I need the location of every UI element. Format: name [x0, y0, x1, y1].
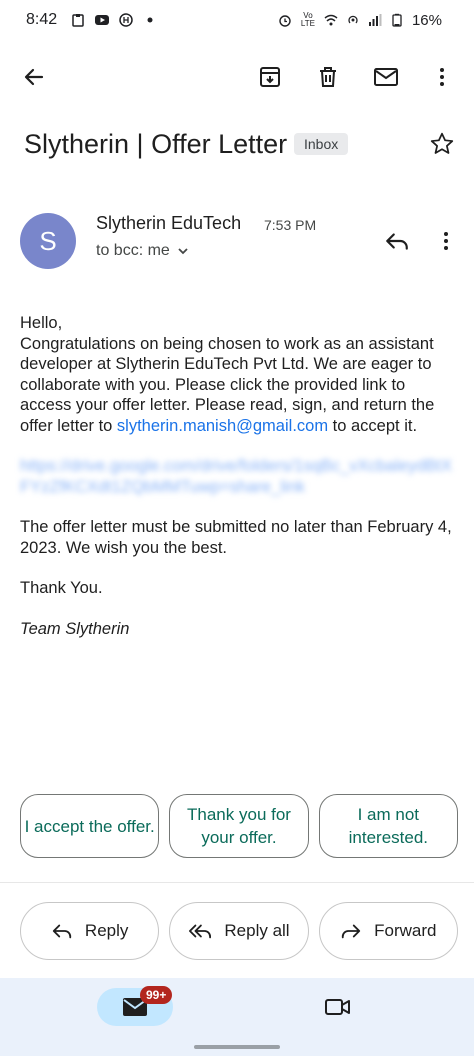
- thanks-line: Thank You.: [20, 579, 103, 597]
- email-time: 7:53 PM: [264, 217, 317, 233]
- reply-all-button[interactable]: Reply all: [169, 902, 309, 960]
- email-address-link[interactable]: slytherin.manish@gmail.com: [117, 417, 328, 435]
- video-camera-icon: [325, 999, 350, 1015]
- chevron-down-icon: [178, 248, 188, 255]
- forward-label: Forward: [374, 921, 437, 940]
- dot-icon: [147, 17, 153, 23]
- back-arrow-icon: [24, 68, 44, 86]
- body-paragraph-1: Congratulations on being chosen to work …: [20, 334, 435, 435]
- delete-button[interactable]: [306, 52, 350, 102]
- subject-row: Slytherin | Offer Letter Inbox: [24, 122, 458, 166]
- more-options-button[interactable]: [420, 52, 464, 102]
- hotspot-icon: [348, 15, 358, 24]
- reply-button[interactable]: Reply: [20, 902, 160, 960]
- bottom-navigation: 99+: [0, 978, 474, 1056]
- star-button[interactable]: [426, 128, 458, 160]
- battery-icon: [392, 13, 402, 27]
- recipient-details[interactable]: to bcc: me: [96, 242, 190, 260]
- mark-unread-button[interactable]: [364, 52, 408, 102]
- divider: [0, 882, 474, 883]
- sender-avatar[interactable]: S: [20, 213, 76, 269]
- inbox-label-chip[interactable]: Inbox: [294, 133, 349, 155]
- battery-percent: 16%: [411, 11, 442, 29]
- greeting: Hello,: [20, 314, 63, 332]
- forward-button[interactable]: Forward: [318, 902, 458, 960]
- action-buttons: Reply Reply all Forward: [20, 902, 458, 960]
- home-indicator[interactable]: [194, 1045, 280, 1049]
- sender-row: S Slytherin EduTech 7:53 PM to bcc: me: [0, 205, 474, 285]
- top-toolbar: [0, 52, 474, 104]
- trash-icon: [320, 67, 336, 87]
- email-subject: Slytherin | Offer Letter: [24, 129, 288, 159]
- reply-all-label: Reply all: [224, 921, 290, 940]
- signature: Team Slytherin: [20, 619, 130, 638]
- youtube-icon: [95, 15, 110, 25]
- alarm-icon: [279, 15, 291, 27]
- hdr-icon: [119, 13, 133, 27]
- archive-button[interactable]: [248, 52, 292, 102]
- reply-label: Reply: [84, 921, 129, 940]
- reply-icon: [52, 924, 72, 939]
- recipient-text: to bcc: me: [96, 242, 170, 259]
- smart-replies: I accept the offer. Thank you for your o…: [20, 794, 458, 858]
- status-bar: 8:42 Vo LTE 16%: [0, 0, 474, 40]
- star-icon: [430, 132, 454, 154]
- more-vert-icon: [444, 232, 448, 250]
- volte-label: Vo LTE: [300, 11, 315, 28]
- status-time: 8:42: [26, 11, 58, 28]
- reply-icon: [386, 233, 408, 250]
- archive-icon: [260, 67, 280, 87]
- forward-icon: [341, 924, 361, 939]
- smart-reply-thank-you[interactable]: Thank you for your offer.: [169, 794, 309, 858]
- sender-name[interactable]: Slytherin EduTech: [96, 213, 241, 234]
- smart-reply-not-interested[interactable]: I am not interested.: [318, 794, 458, 858]
- body-paragraph-2: The offer letter must be submitted no la…: [20, 518, 452, 557]
- quick-reply-button[interactable]: [376, 220, 418, 262]
- email-body: Hello, Congratulations on being chosen t…: [20, 313, 458, 639]
- back-button[interactable]: [12, 52, 56, 102]
- signal-icon: [368, 14, 382, 26]
- clipboard-icon: [72, 14, 84, 27]
- reply-all-icon: [189, 924, 212, 939]
- wifi-icon: [324, 14, 338, 26]
- more-vert-icon: [440, 68, 444, 86]
- mail-icon: [374, 68, 398, 86]
- offer-letter-link[interactable]: https://drive.google.com/drive/folders/1…: [20, 456, 458, 497]
- meet-tab[interactable]: [318, 990, 358, 1024]
- message-more-button[interactable]: [428, 220, 464, 262]
- unread-badge: 99+: [140, 986, 173, 1004]
- smart-reply-accept[interactable]: I accept the offer.: [20, 794, 160, 858]
